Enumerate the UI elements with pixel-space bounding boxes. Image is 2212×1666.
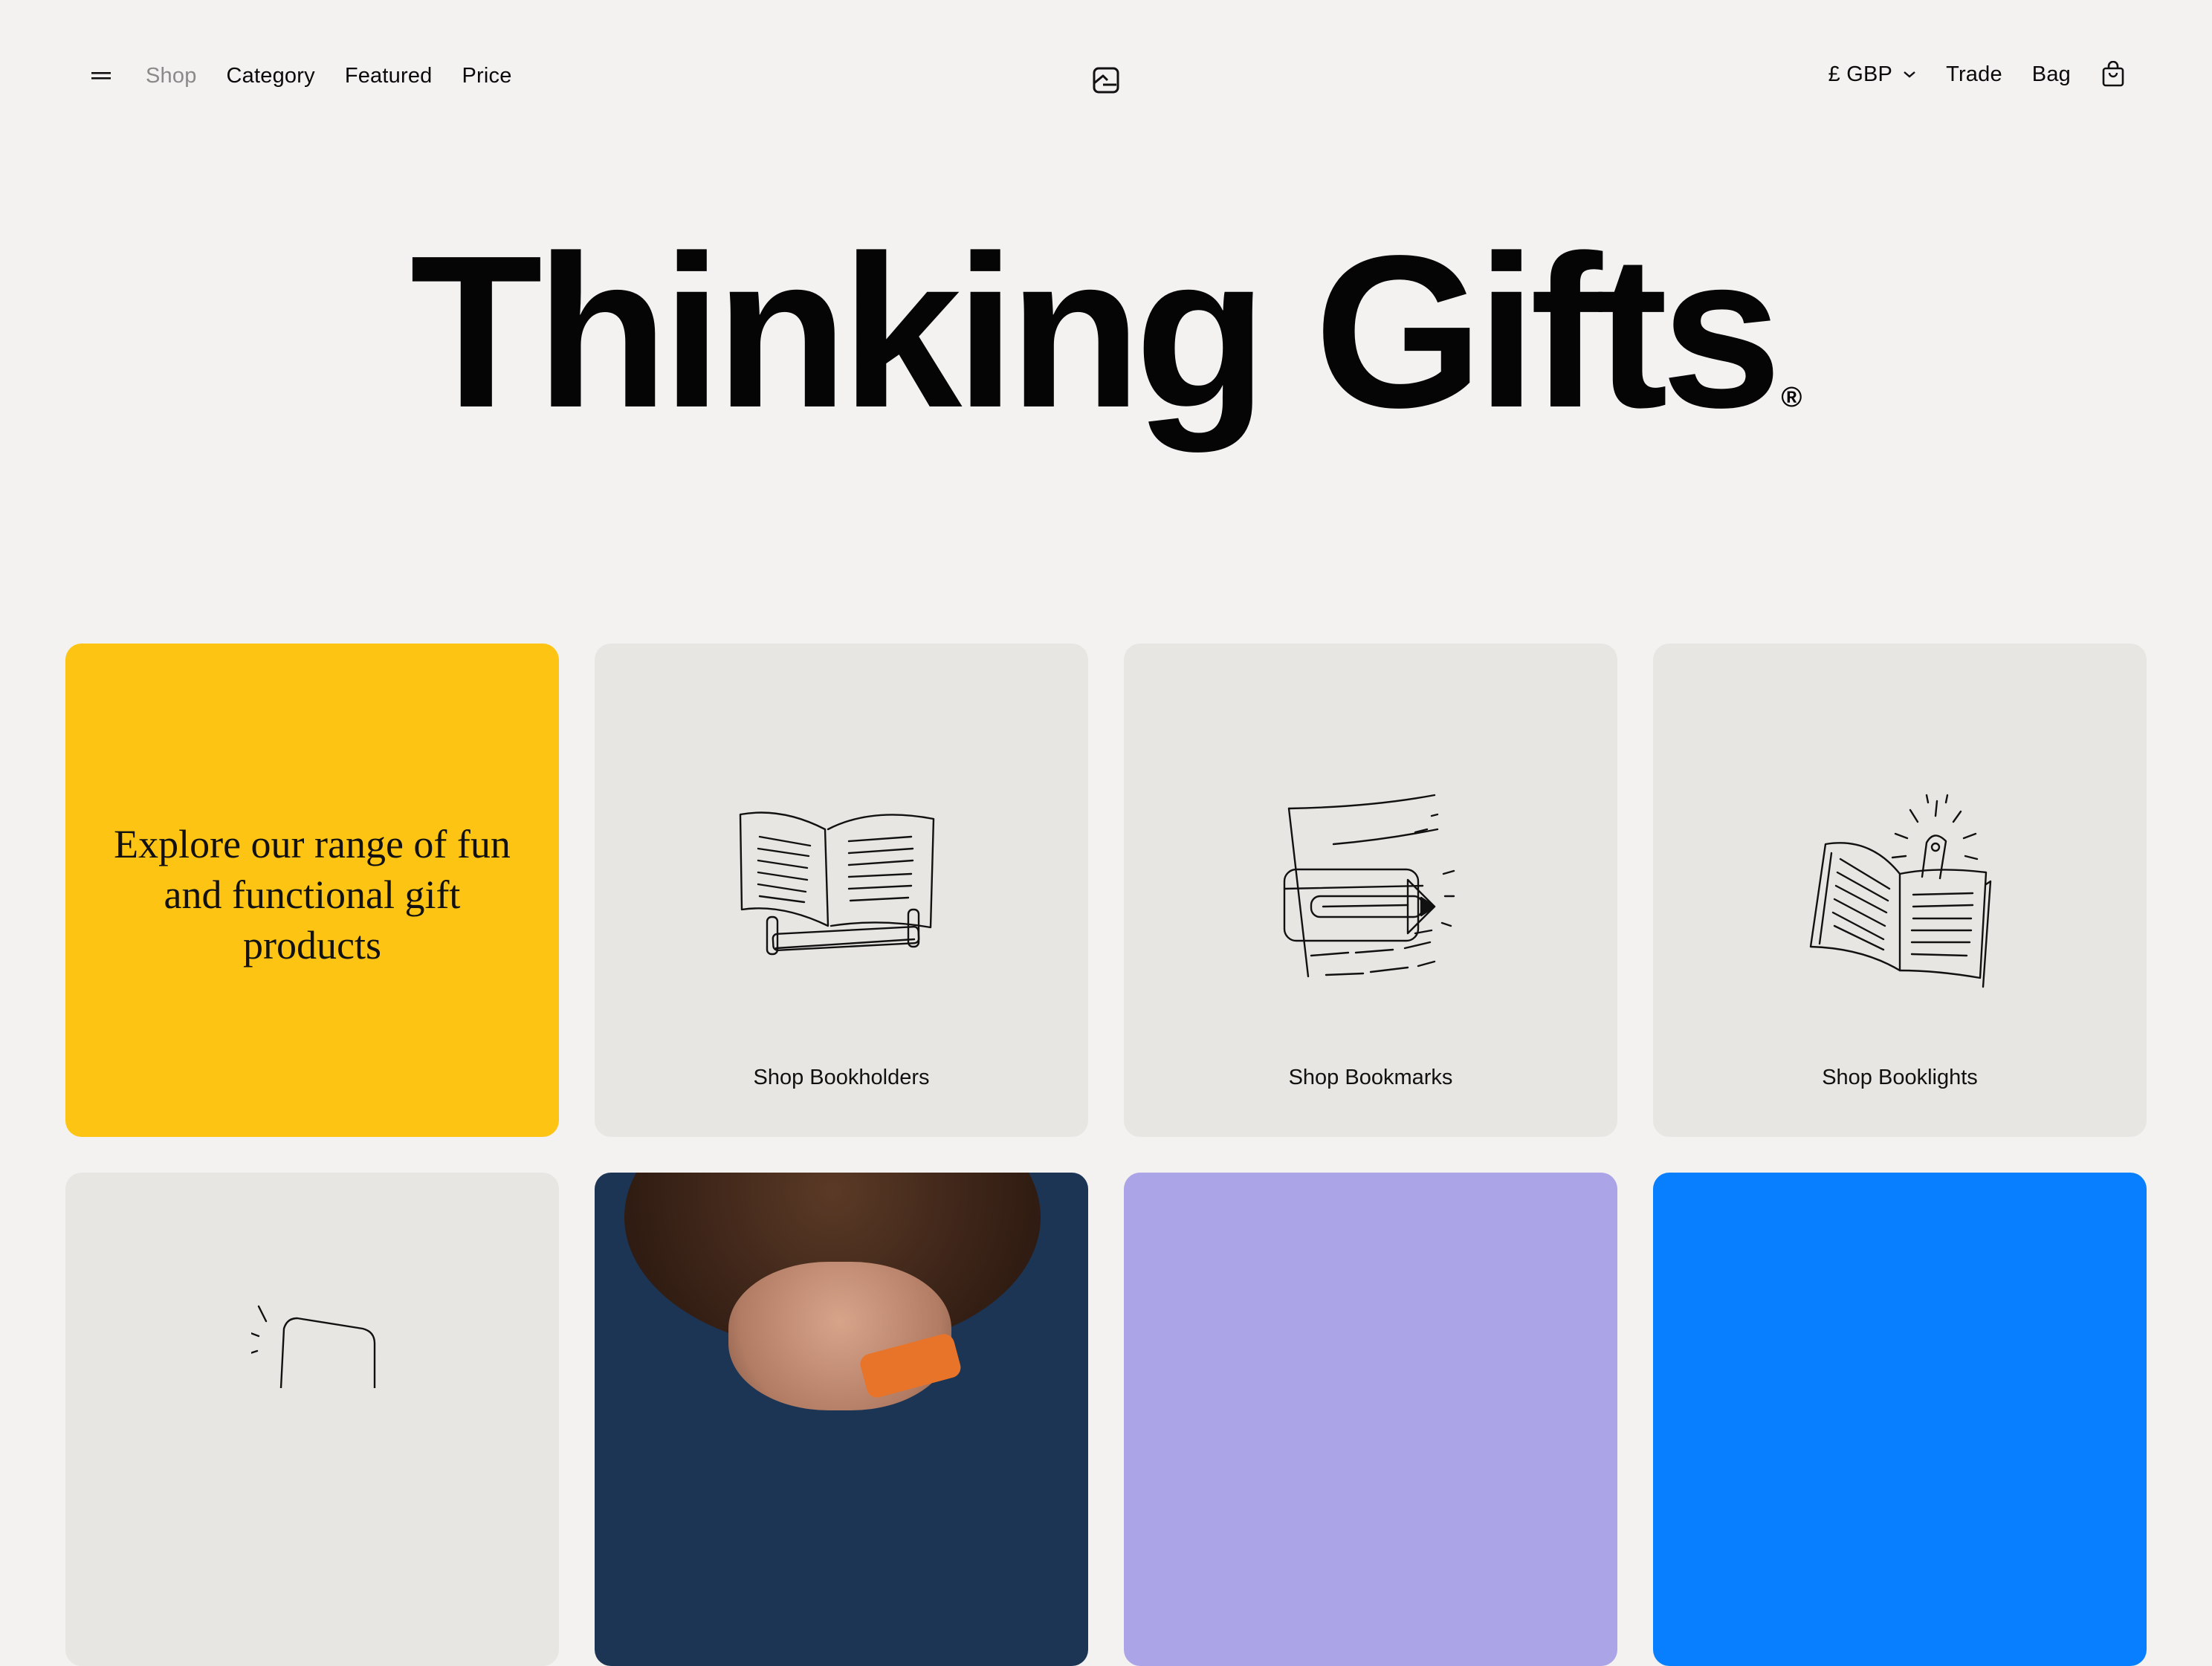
card-label: Shop Bookholders xyxy=(753,1066,930,1089)
blue-card[interactable] xyxy=(1653,1173,2147,1666)
nav-bag[interactable]: Bag xyxy=(2032,62,2071,87)
logo-icon[interactable] xyxy=(1093,67,1119,94)
hero-title: Thinking Gifts ® xyxy=(0,223,2212,440)
chevron-down-icon xyxy=(1904,71,1915,78)
site-header: Shop Category Featured Price £ GBP Trade… xyxy=(0,0,2212,158)
category-card-bookmarks[interactable]: Shop Bookmarks xyxy=(1124,644,1617,1137)
nav-shop[interactable]: Shop xyxy=(146,64,197,88)
nav-category[interactable]: Category xyxy=(227,64,315,88)
nav-featured[interactable]: Featured xyxy=(345,64,433,88)
card-label: Shop Booklights xyxy=(1822,1066,1978,1089)
promo-text: Explore our range of fun and functional … xyxy=(114,822,511,967)
shopping-bag-icon[interactable] xyxy=(2101,60,2126,88)
booklight-icon xyxy=(251,1305,376,1388)
nav-trade[interactable]: Trade xyxy=(1946,62,2002,87)
child-face xyxy=(728,1262,951,1410)
hero-title-text: Thinking Gifts xyxy=(410,210,1782,453)
currency-label: £ GBP xyxy=(1828,62,1893,86)
primary-nav: Shop Category Featured Price xyxy=(86,61,512,91)
booklight-icon xyxy=(1809,794,1992,988)
nav-price[interactable]: Price xyxy=(462,64,511,88)
card-label: Shop Bookmarks xyxy=(1288,1066,1453,1089)
bookholder-icon xyxy=(739,811,935,956)
promo-card: Explore our range of fun and functional … xyxy=(65,644,559,1137)
menu-icon[interactable] xyxy=(86,61,116,91)
category-card[interactable] xyxy=(65,1173,559,1666)
registered-mark: ® xyxy=(1781,382,1802,413)
product-photo-card[interactable] xyxy=(595,1173,1088,1666)
secondary-nav: £ GBP Trade Bag xyxy=(1828,60,2126,88)
category-card-bookholders[interactable]: Shop Bookholders xyxy=(595,644,1088,1137)
purple-card[interactable] xyxy=(1124,1173,1617,1666)
category-card-booklights[interactable]: Shop Booklights xyxy=(1653,644,2147,1137)
bookmark-icon xyxy=(1283,794,1455,978)
currency-selector[interactable]: £ GBP xyxy=(1828,62,1916,87)
